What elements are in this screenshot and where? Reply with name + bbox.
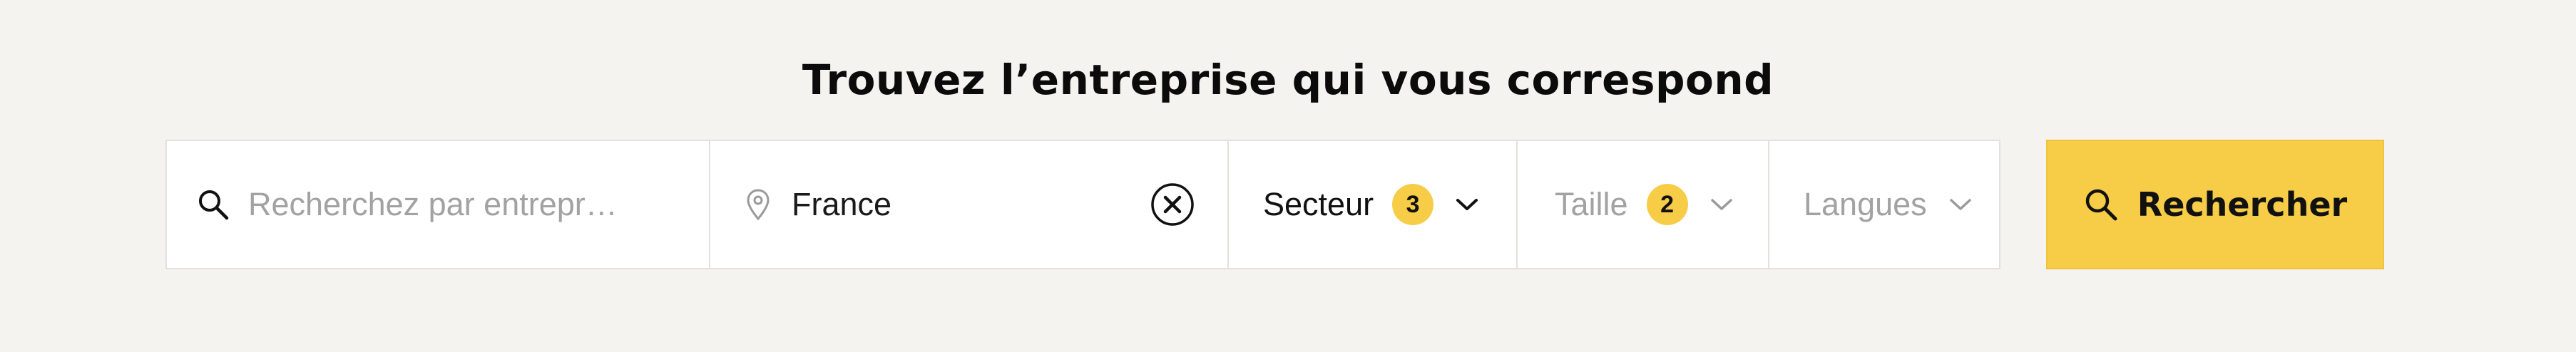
rechercher-button-label: Rechercher	[2137, 185, 2348, 224]
chevron-down-icon	[1709, 197, 1734, 212]
location-field[interactable]: France	[710, 141, 1229, 268]
clear-icon[interactable]	[1150, 182, 1195, 227]
page-title: Trouvez l’entreprise qui vous correspond	[802, 56, 1774, 104]
search-bar: Recherchez par entrepr… France Secteur 3	[165, 140, 2000, 269]
chevron-down-icon	[1455, 197, 1479, 212]
filter-langues-label: Langues	[1804, 186, 1927, 222]
search-input-placeholder[interactable]: Recherchez par entrepr…	[248, 186, 618, 223]
filter-taille-label: Taille	[1555, 186, 1628, 222]
filter-secteur[interactable]: Secteur 3	[1229, 141, 1518, 268]
company-search-field[interactable]: Recherchez par entrepr…	[167, 141, 710, 268]
search-icon	[197, 188, 230, 221]
filter-langues[interactable]: Langues	[1769, 141, 1999, 268]
rechercher-button[interactable]: Rechercher	[2046, 140, 2384, 269]
search-icon	[2083, 187, 2119, 222]
location-input[interactable]: France	[792, 186, 891, 223]
filter-secteur-count-badge: 3	[1392, 184, 1434, 225]
location-pin-icon	[746, 188, 770, 221]
filter-secteur-label: Secteur	[1263, 186, 1374, 222]
filter-taille-count-badge: 2	[1646, 184, 1688, 225]
chevron-down-icon	[1948, 197, 1973, 212]
filter-taille[interactable]: Taille 2	[1518, 141, 1769, 268]
